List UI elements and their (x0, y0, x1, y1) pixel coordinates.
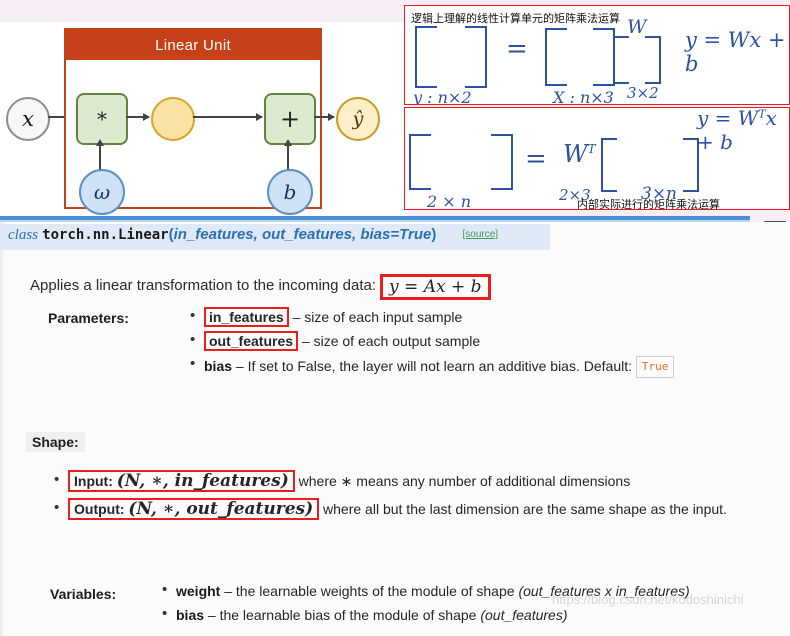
note2-w-label: WT (563, 140, 596, 168)
note1-equation: y = Wx + b (685, 28, 786, 76)
parameters-label: Parameters: (48, 310, 129, 326)
shape-label: Shape: (26, 432, 85, 452)
arrow-w-to-mul (96, 139, 103, 170)
note2-right-bracket-open (601, 138, 617, 192)
arrow-b-to-add (284, 139, 291, 170)
param-desc-bias: – If set to False, the layer will not le… (232, 358, 636, 374)
shape-item-input: Input: (N, ∗, in_features) where ∗ means… (52, 470, 782, 492)
shape-output-prefix: Output: (74, 501, 129, 517)
variable-name-bias: bias (176, 607, 205, 623)
shape-output-desc: where all but the last dimension are the… (319, 501, 727, 517)
note2-w-sup: T (587, 142, 596, 156)
handwritten-note-bottom: y = WTx + b = WT 2 × n 2×3 3×n 内部实际进行的矩阵… (404, 107, 790, 210)
source-link[interactable]: [source] (463, 229, 499, 240)
note1-left-dim: y : n×2 (413, 88, 472, 105)
shape-input-formula: (N, ∗, in_features) (116, 471, 289, 491)
node-bias: b (267, 169, 313, 215)
shape-list: Input: (N, ∗, in_features) where ∗ means… (52, 470, 782, 520)
signature-path: torch.nn.Linear (42, 227, 169, 243)
variable-desc-bias: – the learnable bias of the module of sh… (204, 607, 481, 623)
arrow-add-to-output (314, 113, 335, 120)
node-weight: ω (79, 169, 125, 215)
note2-equals: = (525, 144, 547, 174)
shape-item-output: Output: (N, ∗, out_features) where all b… (52, 498, 782, 520)
handwritten-note-top: 逻辑上理解的线性计算单元的矩阵乘法运算 = W y = Wx + b y : n… (404, 5, 790, 105)
note1-left-bracket-open (415, 26, 437, 88)
node-multiply: * (76, 93, 128, 145)
linear-unit-title: Linear Unit (66, 30, 320, 60)
param-name-bias: bias (204, 358, 233, 374)
signature-keyword: class (8, 227, 38, 243)
param-desc-in-features: – size of each input sample (288, 309, 463, 325)
param-item-in-features: in_features – size of each input sample (188, 307, 768, 327)
variable-name-weight: weight (176, 583, 221, 599)
node-add: + (264, 93, 316, 145)
param-item-bias: bias – If set to False, the layer will n… (188, 355, 768, 378)
variable-shape-bias: (out_features) (480, 607, 568, 623)
note1-mid-bracket-open (545, 28, 567, 86)
left-edge-strip (0, 222, 3, 636)
note1-mid-bracket-close (593, 28, 615, 86)
intro-formula-box: y = Ax + b (380, 274, 491, 300)
intro-text: Applies a linear transformation to the i… (30, 277, 377, 294)
note2-equation-base: y = W (697, 107, 759, 130)
node-output-yhat: ŷ (336, 97, 380, 141)
parameters-list: in_features – size of each input sample … (188, 307, 768, 378)
variables-label: Variables: (50, 586, 117, 602)
note1-right-bracket-open (613, 36, 629, 84)
linear-unit-diagram: x Linear Unit * + ŷ ω b (0, 22, 408, 216)
pytorch-docs-pane: class torch.nn.Linear(in_features, out_f… (0, 222, 790, 636)
note1-mid-dim: X : n×3 (553, 88, 614, 105)
param-name-in-features: in_features (204, 307, 289, 327)
note2-equation: y = WTx + b (697, 107, 789, 154)
top-area: x Linear Unit * + ŷ ω b 逻辑上理解的线性计算单元的矩阵乘… (0, 0, 790, 222)
shape-input-prefix: Input: (74, 473, 117, 489)
param-item-out-features: out_features – size of each output sampl… (188, 331, 768, 351)
class-signature: class torch.nn.Linear(in_features, out_f… (8, 226, 498, 244)
variable-desc-weight: – the learnable weights of the module of… (220, 583, 519, 599)
arrow-mid-to-add (193, 113, 263, 120)
signature-args: in_features, out_features, bias=True (173, 226, 432, 243)
note1-caption: 逻辑上理解的线性计算单元的矩阵乘法运算 (411, 12, 620, 25)
shape-label-wrap: Shape: (26, 432, 85, 452)
arrow-mul-to-mid (126, 113, 150, 120)
shape-output-formula: (N, ∗, out_features) (128, 499, 314, 519)
note2-caption: 内部实际进行的矩阵乘法运算 (577, 198, 720, 210)
note2-left-dim: 2 × n (427, 192, 472, 210)
param-name-out-features: out_features (204, 331, 299, 351)
shape-output-box: Output: (N, ∗, out_features) (68, 498, 320, 520)
intro-line: Applies a linear transformation to the i… (30, 274, 491, 300)
note1-right-bracket-close (645, 36, 661, 84)
screenshot-root: x Linear Unit * + ŷ ω b 逻辑上理解的线性计算单元的矩阵乘… (0, 0, 790, 636)
variable-item-bias: bias – the learnable bias of the module … (160, 605, 780, 624)
param-default-badge-true: True (635, 356, 675, 378)
signature-close-paren: ) (431, 226, 437, 243)
note2-left-bracket-open (409, 134, 431, 190)
parameters-list-wrap: in_features – size of each input sample … (188, 307, 768, 384)
note2-right-bracket-close (683, 138, 699, 192)
shape-list-wrap: Input: (N, ∗, in_features) where ∗ means… (52, 470, 782, 524)
variables-label-wrap: Variables: (50, 586, 116, 604)
note2-w-base: W (563, 140, 588, 168)
watermark: https://blog.csdn.net/kodoshinichi (552, 592, 744, 607)
note1-w-label: W (627, 16, 647, 38)
shape-input-desc: where ∗ means any number of additional d… (294, 473, 631, 489)
parameters-label-wrap: Parameters: (48, 310, 129, 326)
node-input-x: x (6, 97, 50, 141)
note1-right-dim: 3×2 (627, 84, 659, 102)
note1-left-bracket-close (465, 26, 487, 88)
note2-left-bracket-close (491, 134, 513, 190)
note2-equation-sup: T (758, 107, 766, 121)
note1-equals: = (506, 34, 528, 64)
shape-input-box: Input: (N, ∗, in_features) (68, 470, 295, 492)
node-intermediate (151, 97, 195, 141)
param-desc-out-features: – size of each output sample (298, 333, 481, 349)
